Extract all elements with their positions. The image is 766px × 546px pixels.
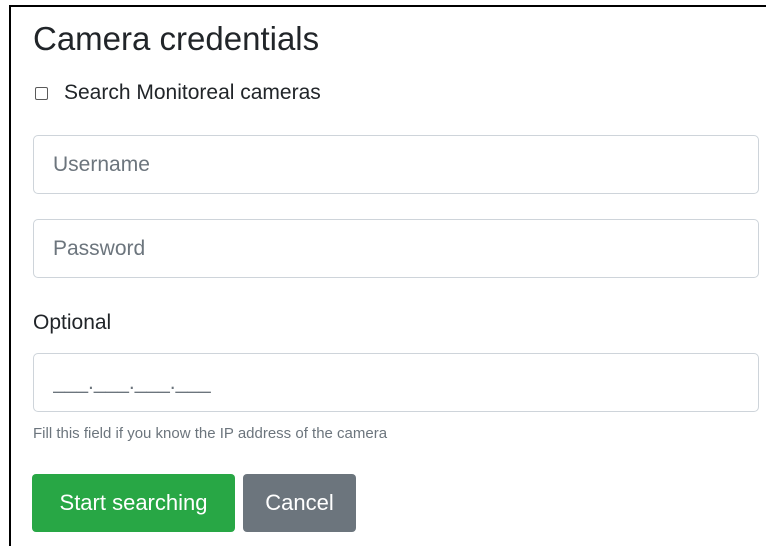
search-monitoreal-label: Search Monitoreal cameras [64,81,321,104]
search-monitoreal-checkbox[interactable] [35,86,48,100]
username-input[interactable] [33,135,759,194]
password-input[interactable] [33,219,759,278]
optional-label: Optional [33,311,112,334]
ip-help-text: Fill this field if you know the IP addre… [33,425,388,442]
cancel-button[interactable]: Cancel [243,474,356,532]
search-monitoreal-row[interactable]: Search Monitoreal cameras [35,80,321,106]
dialog-title: Camera credentials [33,20,320,57]
ip-address-input[interactable] [33,353,759,412]
start-searching-button[interactable]: Start searching [32,474,235,532]
